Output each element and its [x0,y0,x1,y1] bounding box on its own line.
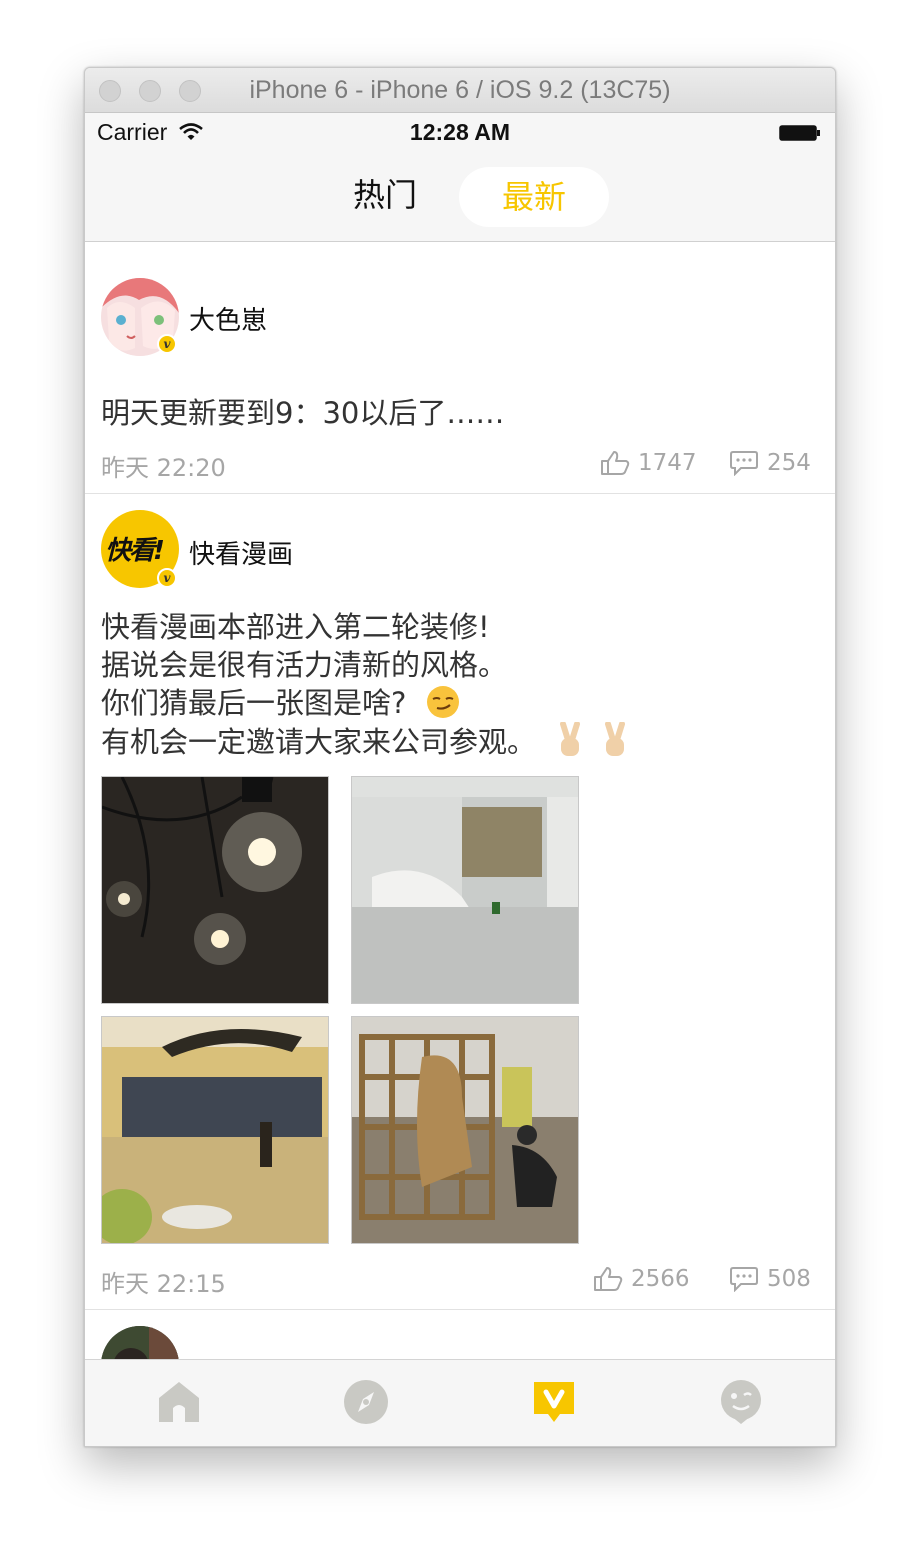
covered-room-photo [352,777,578,1003]
like-button[interactable]: 1747 [600,450,697,476]
post-photo[interactable] [101,776,329,1004]
tab-newest[interactable]: 最新 [459,167,609,227]
simulator-window: iPhone 6 - iPhone 6 / iOS 9.2 (13C75) Ca… [84,67,836,1447]
post-username[interactable]: 快看漫画 [189,534,293,571]
like-button[interactable]: 2566 [593,1266,690,1292]
avatar[interactable] [101,1326,179,1359]
status-time: 12:28 AM [409,119,511,145]
v-feed-icon[interactable] [530,1378,578,1426]
post-username[interactable]: 大色崽 [189,300,267,337]
content-line-with-emoji: 你们猜最后一张图是啥? [101,684,821,722]
window-title: iPhone 6 - iPhone 6 / iOS 9.2 (13C75) [249,76,671,104]
like-count: 1747 [638,450,697,476]
bottom-tab-bar [85,1359,835,1446]
comment-count: 508 [767,1266,811,1292]
thumbs-up-icon [601,451,630,475]
post-time: 昨天 22:15 [101,1270,226,1298]
content-line: 据说会是很有活力清新的风格。 [101,648,508,682]
wooden-sculpture-photo [352,1017,578,1243]
post-photo[interactable] [351,1016,579,1244]
feed-list[interactable]: v 大色崽 明天更新要到9：30以后了…… 昨天 22:20 1747 254 [85,242,835,1359]
next-post-peek[interactable] [85,1310,835,1359]
tab-hot[interactable]: 热门 [335,165,435,225]
smirk-emoji [426,686,459,718]
photo-avatar-image [101,1326,179,1359]
comment-button[interactable]: 508 [729,1266,811,1292]
comment-button[interactable]: 254 [729,450,811,476]
feed-post[interactable]: 快看! v 快看漫画 快看漫画本部进入第二轮装修! 据说会是很有活力清新的风格。… [85,494,835,1310]
comment-bubble-icon [730,1267,758,1292]
thumbs-up-icon [594,1267,623,1291]
comment-count: 254 [767,450,811,476]
verified-badge: v [157,568,177,588]
battery-icon [779,125,820,141]
discover-icon[interactable] [342,1378,390,1426]
me-icon[interactable] [717,1378,765,1426]
verified-badge: v [157,334,177,354]
comment-bubble-icon [730,451,758,476]
home-icon[interactable] [155,1378,203,1426]
segment-nav: 热门 最新 [85,153,835,242]
feed-post[interactable]: v 大色崽 明天更新要到9：30以后了…… 昨天 22:20 1747 254 [85,262,835,494]
content-line: 你们猜最后一张图是啥? [101,686,407,720]
status-bar: Carrier 12:28 AM [85,113,835,153]
yellow-office-photo [102,1017,328,1243]
post-photo[interactable] [351,776,579,1004]
light-bulbs-photo [102,777,328,1003]
previous-post-footer [85,242,835,263]
content-line: 快看漫画本部进入第二轮装修! [101,610,490,644]
post-content: 明天更新要到9：30以后了…… [101,396,505,430]
content-line-with-emoji: 有机会一定邀请大家来公司参观。 [101,721,821,761]
like-count: 2566 [631,1266,690,1292]
content-line: 有机会一定邀请大家来公司参观。 [101,725,537,759]
post-content: 快看漫画本部进入第二轮装修! 据说会是很有活力清新的风格。 你们猜最后一张图是啥… [101,608,821,761]
post-time: 昨天 22:20 [101,454,226,482]
kuaikan-logo-text: 快看! [105,536,165,566]
post-photo[interactable] [101,1016,329,1244]
window-titlebar: iPhone 6 - iPhone 6 / iOS 9.2 (13C75) [85,68,835,113]
victory-hand-emoji [560,721,581,756]
victory-hand-emoji [605,721,626,756]
